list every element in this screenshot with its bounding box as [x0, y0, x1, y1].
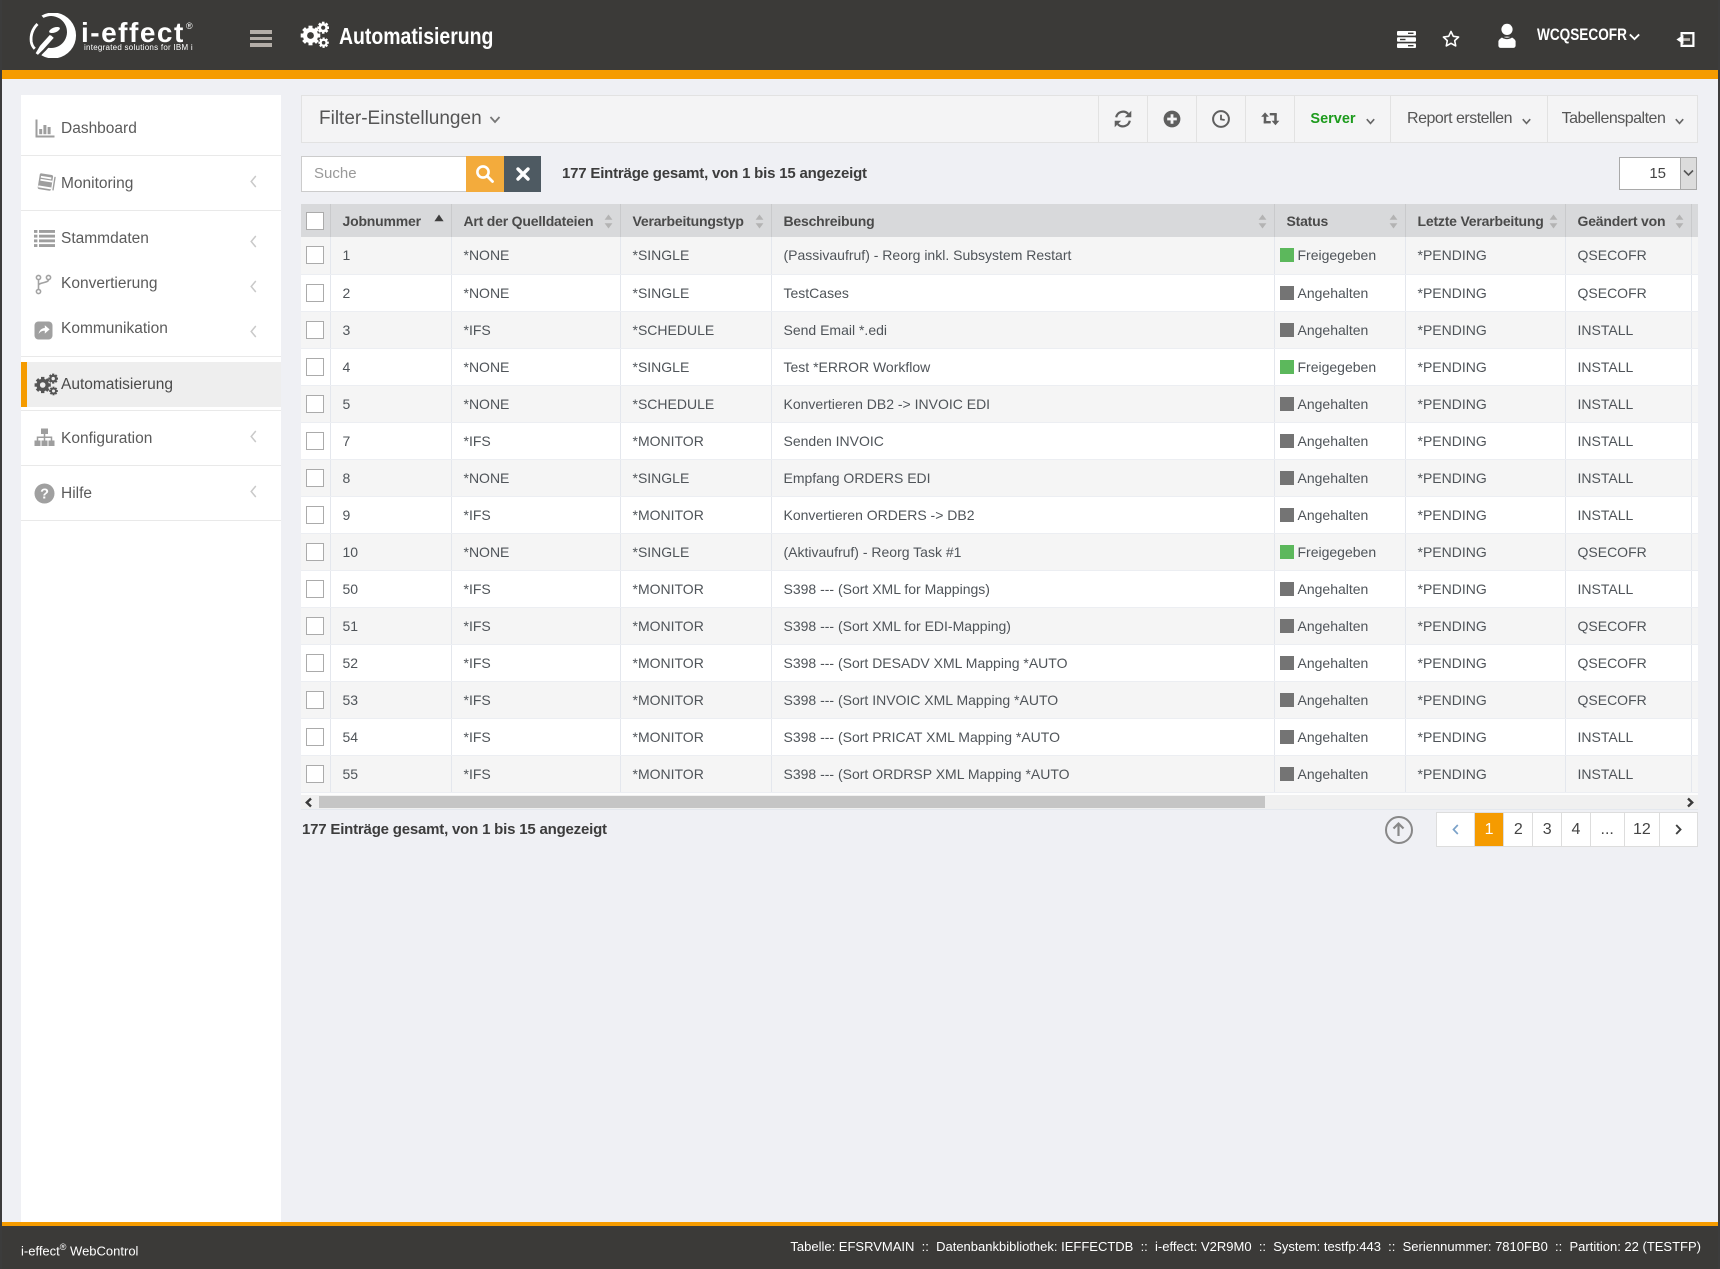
svg-text:?: ? [40, 487, 49, 503]
